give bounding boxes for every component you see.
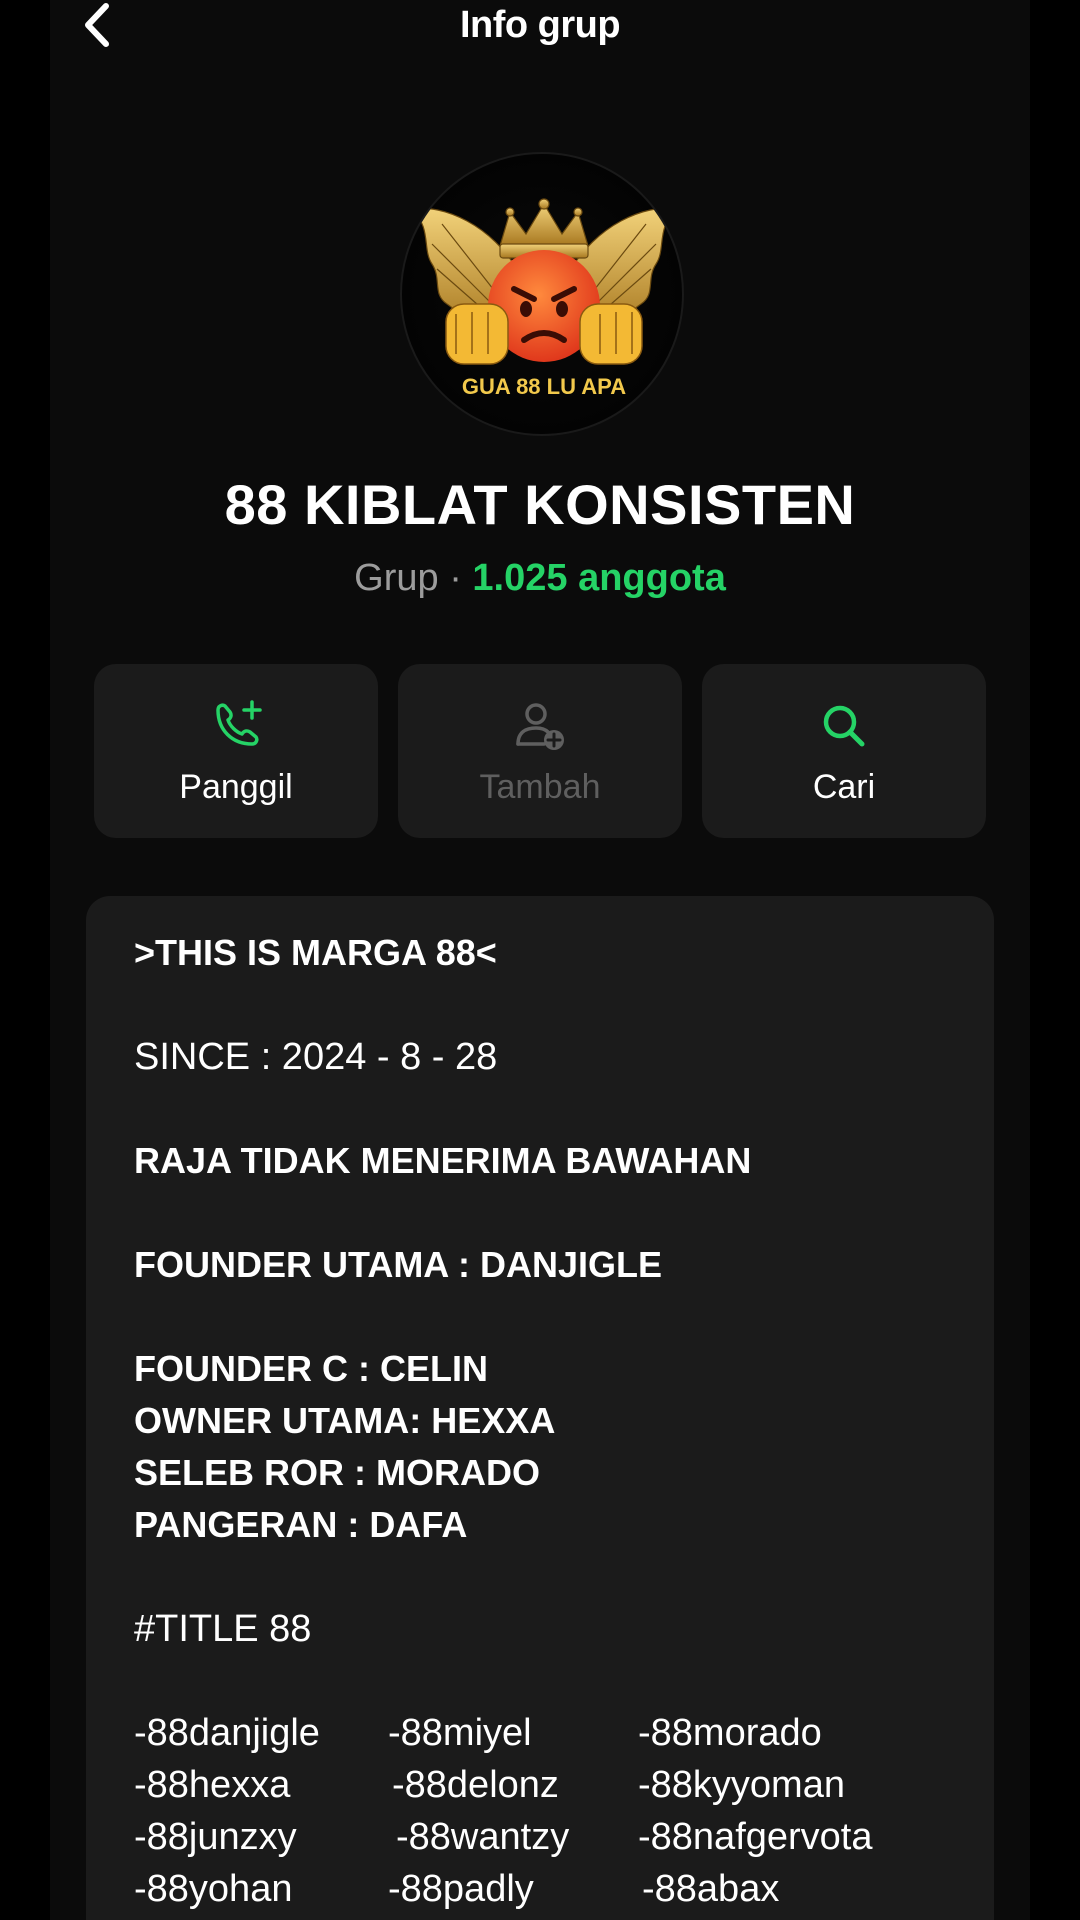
group-info-screen: Info grup GUA 88 LU APA 88 KIBLAT KONSIS… (50, 0, 1030, 1920)
add-member-button-label: Tambah (479, 768, 601, 806)
add-member-button[interactable]: Tambah (398, 664, 682, 838)
header: Info grup (50, 0, 1030, 56)
desc-line-8: PANGERAN : DAFA (134, 1504, 468, 1545)
call-button[interactable]: Panggil (94, 664, 378, 838)
action-bar: Panggil Tambah Cari (94, 664, 986, 838)
group-description[interactable]: >THIS IS MARGA 88< SINCE : 2024 - 8 - 28… (86, 896, 994, 1920)
member-tag: -88hexxa (134, 1764, 291, 1806)
page-title: Info grup (459, 4, 621, 46)
member-tag: -88wantzy (396, 1816, 570, 1858)
phone-plus-icon (208, 698, 264, 754)
search-button[interactable]: Cari (702, 664, 986, 838)
desc-line-2: SINCE : 2024 - 8 - 28 (134, 1036, 498, 1078)
member-count[interactable]: 1.025 anggota (472, 557, 725, 599)
avatar-badge-text: GUA 88 LU APA (462, 374, 626, 399)
meta-separator: · (438, 557, 473, 599)
member-tag: -88morado (638, 1712, 822, 1754)
add-person-icon (512, 698, 568, 754)
desc-line-3: RAJA TIDAK MENERIMA BAWAHAN (134, 1140, 752, 1181)
group-logo-image: GUA 88 LU APA (410, 198, 678, 399)
desc-line-7: SELEB ROR : MORADO (134, 1452, 541, 1493)
member-tag: -88junzxy (134, 1816, 297, 1858)
search-icon (816, 698, 872, 754)
member-tag: -88kyyoman (638, 1764, 845, 1806)
desc-line-5: FOUNDER C : CELIN (134, 1348, 488, 1389)
desc-line-1: >THIS IS MARGA 88< (134, 932, 497, 973)
member-tag: -88miyel (388, 1712, 532, 1754)
desc-line-4: FOUNDER UTAMA : DANJIGLE (134, 1244, 662, 1285)
member-tag: -88abax (642, 1868, 780, 1910)
group-meta: Grup · 1.025 anggota (50, 552, 1030, 604)
member-tag: -88padly (388, 1868, 534, 1910)
member-tag: -88yohan (134, 1868, 293, 1910)
desc-line-9: #TITLE 88 (134, 1608, 312, 1650)
member-tag: -88nafgervota (638, 1816, 873, 1858)
group-type: Grup (354, 557, 439, 599)
member-tag: -88delonz (392, 1764, 559, 1806)
desc-line-6: OWNER UTAMA: HEXXA (134, 1400, 556, 1441)
group-name: 88 KIBLAT KONSISTEN (224, 473, 856, 536)
search-button-label: Cari (812, 768, 876, 806)
group-avatar[interactable]: GUA 88 LU APA (400, 152, 684, 436)
call-button-label: Panggil (179, 768, 293, 806)
member-tag: -88danjigle (134, 1712, 320, 1754)
